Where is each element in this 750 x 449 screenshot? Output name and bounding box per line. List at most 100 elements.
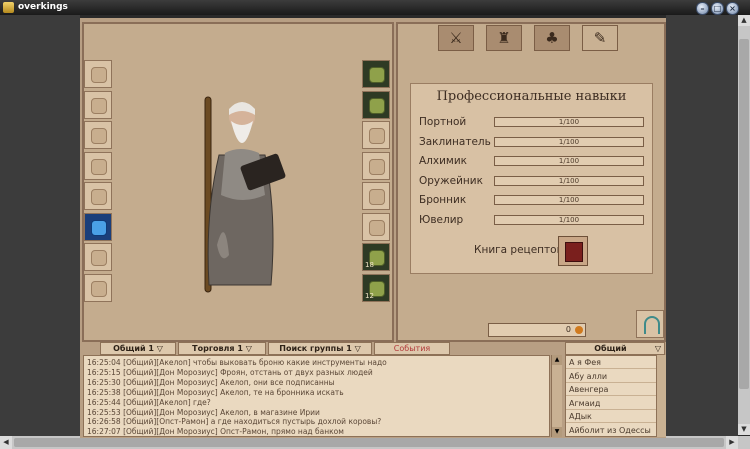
equip-slot-right-7[interactable]: 12 (362, 273, 390, 302)
player-list-item[interactable]: Агмаид (566, 397, 656, 410)
equip-slot-left-6[interactable] (84, 243, 112, 271)
chat-message: 16:25:04 [Общий][Акелоп] чтобы выковать … (87, 358, 387, 367)
skill-row: Бронник 1/100 (419, 194, 649, 208)
ring-slot-icon (369, 128, 385, 144)
combat-icon: ⚔ (449, 29, 463, 47)
equip-slot-right-2[interactable] (362, 121, 390, 149)
vertical-scrollbar[interactable]: ▲ ▼ (738, 15, 750, 435)
item-count: 18 (365, 261, 374, 269)
scroll-left-icon[interactable]: ◀ (0, 436, 12, 449)
inventory-tab[interactable]: ♣ (534, 25, 570, 51)
skill-progress-bar: 1/100 (494, 195, 644, 205)
players-scrollbar[interactable] (657, 355, 666, 437)
chat-scrollbar[interactable]: ▲ ▼ (551, 355, 562, 437)
book-icon (565, 242, 583, 262)
skill-progress-bar: 1/100 (494, 156, 644, 166)
chat-log[interactable]: 16:25:04 [Общий][Акелоп] чтобы выковать … (83, 355, 550, 437)
combat-tab[interactable]: ⚔ (438, 25, 474, 51)
scroll-thumb[interactable] (739, 39, 749, 389)
skill-row: Оружейник 1/100 (419, 175, 649, 189)
skills-book-tab[interactable]: ✎ (582, 25, 618, 51)
scroll-slot-icon (91, 158, 107, 175)
skill-name: Бронник (419, 194, 467, 206)
skill-progress-bar: 1/100 (494, 136, 644, 147)
scroll-thumb-horizontal[interactable] (14, 438, 724, 447)
chevron-down-icon: ▽ (654, 344, 661, 353)
window-title: overkings (18, 2, 68, 12)
boots-slot-icon (91, 250, 107, 266)
skill-progress-bar: 1/100 (494, 214, 644, 225)
money-display: 0 (488, 323, 586, 337)
party-icon: ♜ (497, 29, 511, 47)
skill-name: Заклинатель (419, 135, 491, 148)
chat-tab-group-search[interactable]: Поиск группы 1 ▽ (268, 342, 372, 355)
chat-message: 16:26:58 [Общий][Опст-Рамон] а где наход… (87, 417, 382, 427)
ring-slot-icon (369, 189, 385, 205)
chat-tabs: Общий 1 ▽ Торговля 1 ▽ Поиск группы 1 ▽ … (100, 342, 550, 356)
boots-slot-icon (91, 280, 107, 297)
chat-tab-trade[interactable]: Торговля 1 ▽ (178, 342, 266, 355)
equip-slot-right-6[interactable]: 18 (362, 243, 390, 271)
skill-name: Портной (419, 116, 467, 128)
player-list-item[interactable]: Авенгера (566, 383, 656, 396)
equip-slot-left-7[interactable] (84, 273, 112, 302)
player-list-item[interactable]: АДык (566, 410, 656, 423)
recipe-book-button[interactable] (558, 236, 588, 266)
chat-message: 16:27:07 [Общий][Дон Морозиус] Опст-Рамо… (87, 427, 344, 437)
magic-wave-icon (91, 219, 107, 236)
chat-message: 16:25:30 [Общий][Дон Морозиус] Акелоп, о… (87, 377, 335, 387)
equip-slot-left-2[interactable] (84, 121, 112, 149)
chat-tab-events[interactable]: События (374, 342, 450, 355)
potion-book-icon (369, 97, 385, 114)
herb-icon (369, 67, 385, 83)
equip-slot-right-5[interactable] (362, 212, 390, 241)
skill-name: Алхимик (419, 155, 468, 167)
skill-row: Ювелир 1/100 (419, 214, 649, 228)
scroll-right-icon[interactable]: ▶ (726, 436, 738, 449)
chat-tab-general[interactable]: Общий 1 ▽ (100, 342, 176, 355)
players-channel-header[interactable]: Общий ▽ (565, 342, 665, 355)
close-button[interactable]: × (726, 2, 739, 15)
equip-slot-left-4[interactable] (84, 182, 112, 210)
skill-row: Заклинатель 1/100 (419, 136, 649, 150)
equip-slot-left-5[interactable] (84, 212, 112, 241)
chat-message: 16:25:15 [Общий][Дон Морозиус] Фроян, от… (87, 367, 373, 377)
equip-slot-right-4[interactable] (362, 182, 390, 210)
recipe-book-label: Книга рецептов (474, 244, 563, 256)
skills-book-icon: ✎ (593, 29, 607, 47)
equip-slot-right-1[interactable] (362, 90, 390, 119)
scroll-down-icon[interactable]: ▼ (738, 424, 750, 435)
chat-message: 16:25:38 [Общий][Дон Морозиус] Акелоп, т… (87, 387, 344, 397)
maximize-button[interactable]: □ (711, 2, 724, 15)
portal-icon (644, 316, 660, 334)
players-list: А я Фея Абу алли Авенгера Агмаид АДык Айболит… (565, 355, 657, 437)
app-logo-icon (3, 2, 14, 13)
equip-slot-right-3[interactable] (362, 151, 390, 180)
skill-name: Ювелир (419, 213, 464, 226)
equip-slot-left-1[interactable] (84, 90, 112, 119)
minimize-button[interactable]: – (696, 2, 709, 15)
portal-button[interactable] (636, 310, 664, 338)
money-value: 0 (565, 325, 571, 334)
player-list-item[interactable]: Айболит из Одессы (566, 424, 656, 436)
armor-slot-icon (91, 128, 107, 144)
skill-progress-bar: 1/100 (494, 175, 644, 186)
chat-scroll-up-icon[interactable]: ▲ (552, 355, 562, 365)
equip-slot-right-0[interactable] (362, 60, 390, 88)
equip-slot-left-0[interactable] (84, 60, 112, 88)
player-list-item[interactable]: А я Фея (566, 356, 656, 369)
skill-row: Портной 1/100 (419, 116, 649, 130)
equip-slot-left-3[interactable] (84, 151, 112, 180)
wizard-character[interactable] (185, 95, 295, 295)
gloves-slot-icon (91, 67, 107, 83)
window-titlebar: overkings – □ × (0, 0, 750, 15)
right-backdrop (666, 15, 738, 436)
scroll-slot-icon (91, 189, 107, 205)
chat-message: 16:25:44 [Общий][Акелоп] где? (87, 397, 211, 407)
party-tab[interactable]: ♜ (486, 25, 522, 51)
chat-scroll-down-icon[interactable]: ▼ (552, 427, 562, 437)
player-list-item[interactable]: Абу алли (566, 370, 656, 383)
ring-slot-icon (369, 219, 385, 236)
skills-title: Профессиональные навыки (436, 89, 627, 104)
scroll-up-icon[interactable]: ▲ (738, 15, 750, 26)
